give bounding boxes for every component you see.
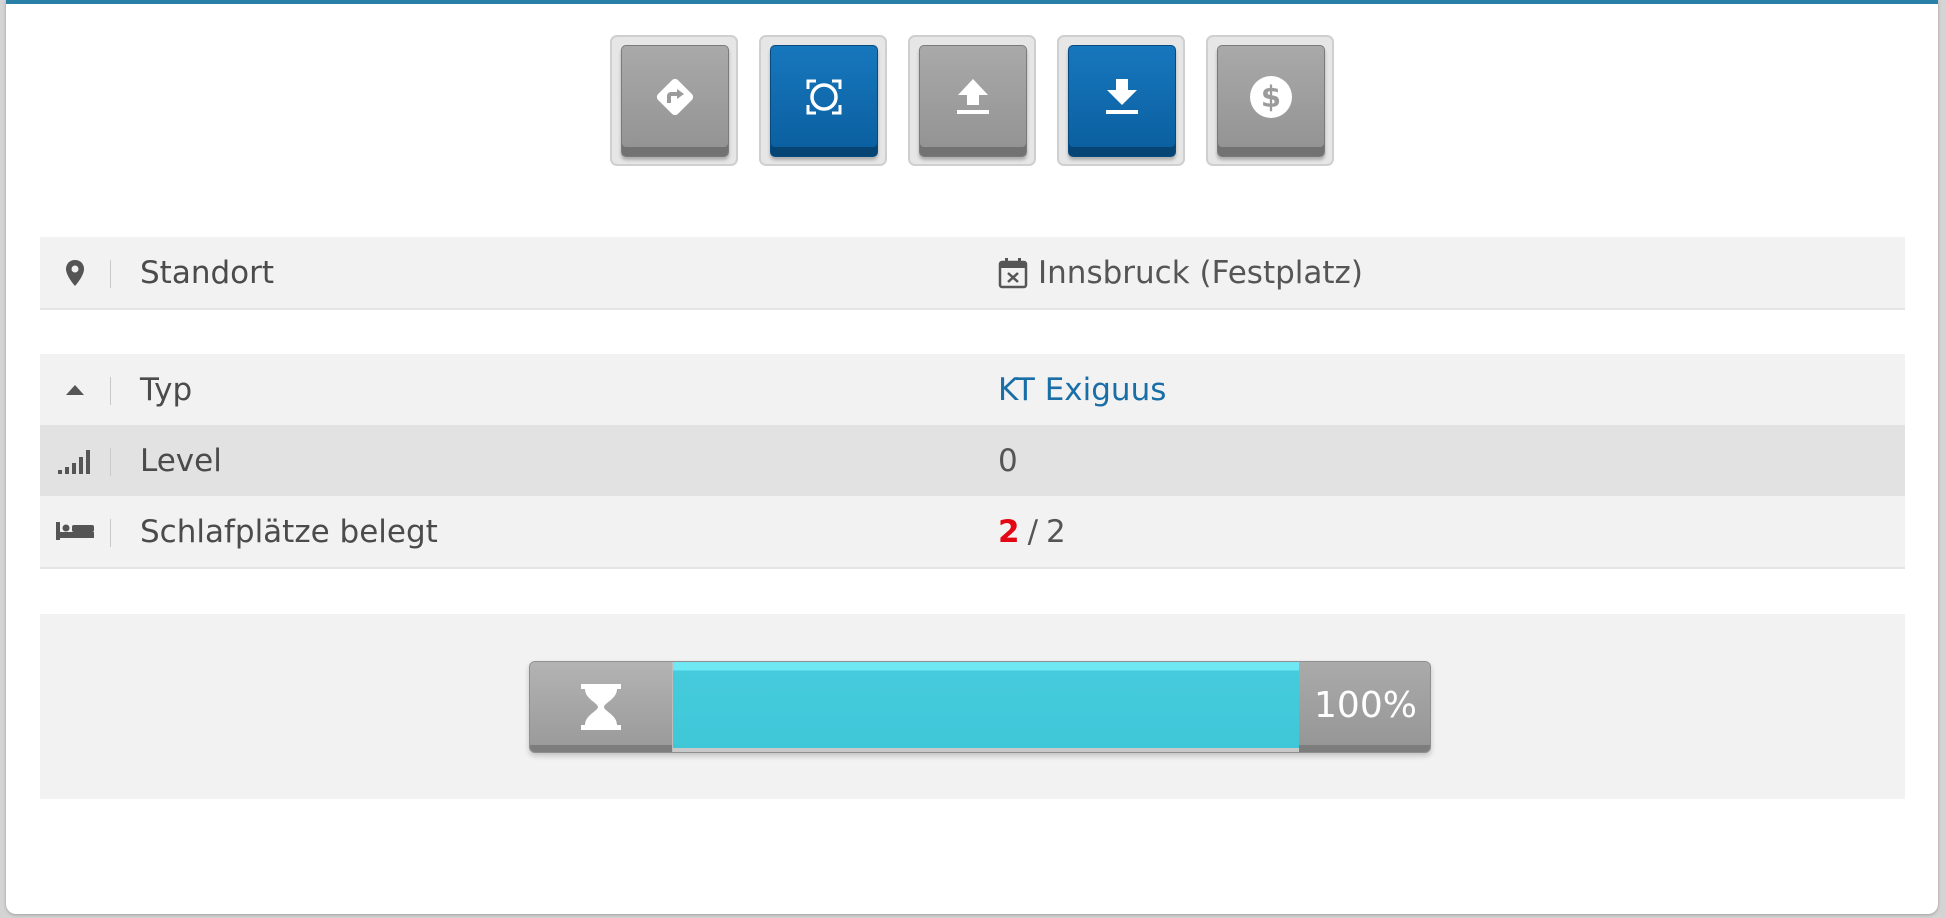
standort-row: Standort Innsbruck (Festplatz)	[40, 237, 1905, 310]
hourglass-button	[530, 662, 672, 752]
progress-section: 100%	[40, 614, 1905, 799]
info-table: Standort Innsbruck (Festplatz) Typ KT Ex…	[40, 237, 1905, 613]
level-row: Level 0	[40, 425, 1905, 496]
typ-label: Typ	[140, 371, 193, 408]
directions-icon	[656, 78, 694, 116]
item-detail-panel: $ Standort Innsbruck (Festplatz) Typ KT …	[6, 0, 1938, 914]
progress-percent: 100%	[1299, 662, 1430, 752]
download-button[interactable]	[1057, 35, 1185, 166]
caret-up-icon	[66, 384, 84, 395]
svg-text:$: $	[1261, 80, 1281, 114]
sell-button[interactable]: $	[1206, 35, 1334, 166]
schlafplaetze-value: 2 / 2	[998, 514, 1066, 550]
standort-text: Innsbruck (Festplatz)	[1038, 254, 1363, 291]
progress-fill	[673, 662, 1299, 748]
level-label: Level	[140, 442, 222, 479]
schlafplaetze-row: Schlafplätze belegt 2 / 2	[40, 496, 1905, 569]
level-value: 0	[998, 442, 1018, 479]
typ-row: Typ KT Exiguus	[40, 354, 1905, 425]
focus-frame-icon	[806, 79, 842, 115]
download-icon	[1106, 79, 1138, 114]
slash-separator: /	[1027, 513, 1039, 550]
map-pin-icon	[66, 259, 84, 286]
progress-track	[673, 662, 1299, 752]
calendar-cancel-icon	[998, 257, 1028, 288]
upload-icon	[957, 79, 989, 114]
total-count: 2	[1046, 513, 1066, 550]
focus-button[interactable]	[759, 35, 887, 166]
progress-bar: 100%	[529, 661, 1431, 753]
signal-bars-icon	[58, 449, 90, 474]
spacer	[40, 569, 1905, 613]
typ-link[interactable]: KT Exiguus	[998, 372, 1166, 408]
schlafplaetze-label: Schlafplätze belegt	[140, 513, 438, 550]
action-toolbar: $	[6, 35, 1938, 166]
upload-button[interactable]	[908, 35, 1036, 166]
dollar-icon: $	[1250, 76, 1292, 118]
directions-button[interactable]	[610, 35, 738, 166]
standort-value: Innsbruck (Festplatz)	[998, 255, 1363, 291]
standort-label: Standort	[140, 254, 275, 291]
spacer	[40, 310, 1905, 354]
bed-icon	[56, 521, 94, 540]
occupied-count: 2	[998, 513, 1020, 550]
hourglass-icon	[581, 684, 621, 730]
